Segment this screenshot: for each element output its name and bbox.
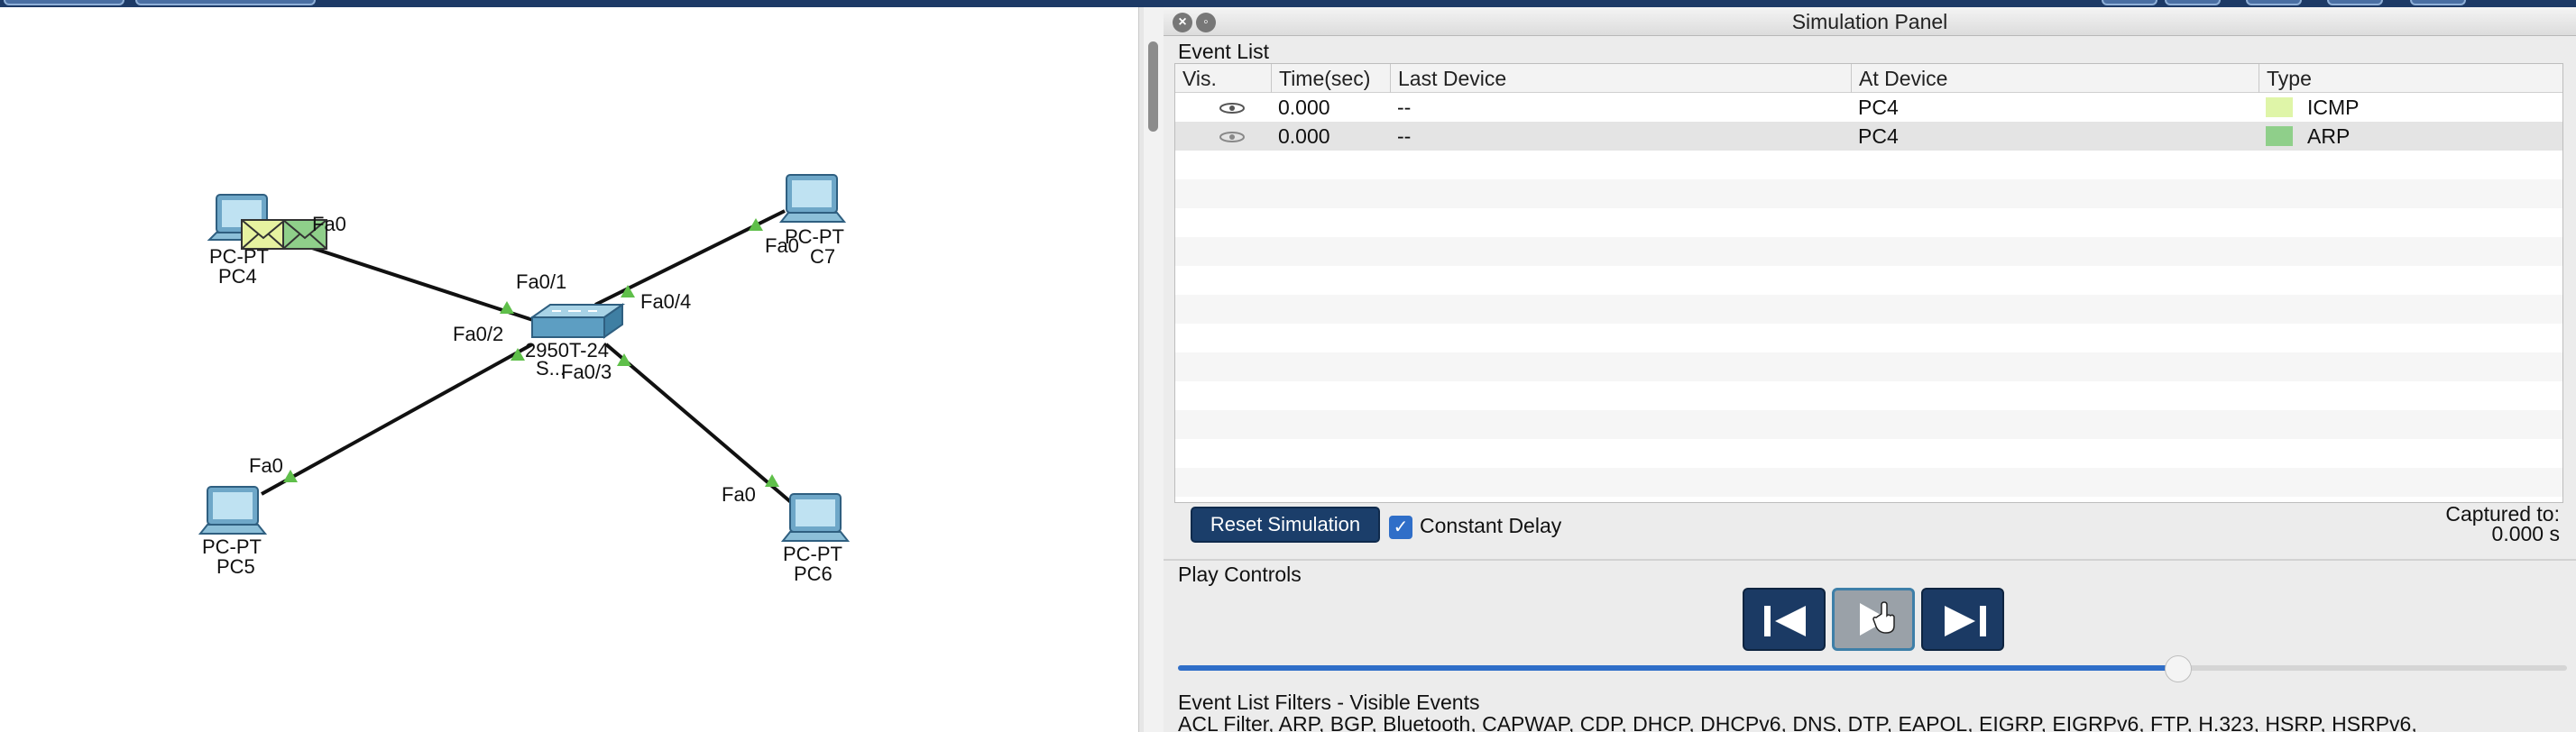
panel-titlebar[interactable]: × ◦ Simulation Panel [1164,7,2576,36]
event-type: ARP [2307,124,2351,148]
logical-workspace[interactable]: PC-PT PC4 Fa0 PC-PT C7 Fa0 PC-PT PC5 Fa0… [0,7,1138,732]
pc5-port-label: Fa0 [249,454,283,477]
event-rows: 0.000 -- PC4 ICMP 0.000 -- PC4 ARP [1175,93,2562,497]
empty-row [1175,381,2562,410]
empty-row [1175,237,2562,266]
event-at-device: PC4 [1858,124,1899,148]
pointer-cursor-icon [1872,601,1895,634]
switch-port-fa04: Fa0/4 [640,290,691,313]
pc5-device[interactable]: PC-PT PC5 [198,486,268,578]
section-divider [1164,559,2576,561]
column-header-time[interactable]: Time(sec) [1271,64,1390,93]
step-back-button[interactable] [1743,588,1826,651]
app-window: PC-PT PC4 Fa0 PC-PT C7 Fa0 PC-PT PC5 Fa0… [0,0,2576,732]
empty-row [1175,295,2562,324]
slider-thumb[interactable] [2164,655,2192,682]
column-header-at-device[interactable]: At Device [1851,64,2259,93]
toolbar-button[interactable] [2410,0,2466,5]
eye-icon[interactable] [1219,131,1246,143]
pc7-keyboard-icon [778,212,847,223]
table-header: Vis. Time(sec) Last Device At Device Typ… [1175,64,2562,93]
event-time: 0.000 [1278,96,1330,119]
pc5-name: PC5 [216,555,255,578]
event-filters-label: Event List Filters - Visible Events [1178,691,1480,714]
switch-port-fa03: Fa0/3 [561,361,612,383]
toolbar-button[interactable] [2165,0,2221,5]
empty-row [1175,266,2562,295]
playback-speed-slider[interactable] [1178,665,2567,671]
event-type-color [2266,97,2293,117]
empty-row [1175,208,2562,237]
event-last-device: -- [1397,124,1412,148]
constant-delay-checkbox[interactable]: ✓ [1389,516,1412,539]
pc4-port-label: Fa0 [312,213,346,235]
pc6-keyboard-icon [780,531,851,542]
toolbar-button[interactable] [2102,0,2157,5]
pc6-port-label: Fa0 [722,483,756,506]
panel-title: Simulation Panel [1791,10,1948,33]
event-time: 0.000 [1278,124,1330,148]
pdu-envelope-icon[interactable] [241,219,286,250]
slider-fill [1178,665,2178,671]
toolbar-tab[interactable] [4,0,124,5]
play-button[interactable] [1832,588,1915,651]
empty-row [1175,352,2562,381]
vertical-scrollbar[interactable] [1144,7,1164,732]
step-forward-icon [1945,606,1986,636]
captured-to-value: 0.000 s [2491,522,2560,545]
pc6-screen [796,499,835,526]
step-back-icon [1764,606,1806,636]
link-switch-pc5[interactable] [261,343,533,496]
scrollbar-thumb[interactable] [1148,41,1158,132]
top-toolbar [0,0,2576,7]
play-controls-label: Play Controls [1178,563,1302,586]
event-filters-list[interactable]: ACL Filter, ARP, BGP, Bluetooth, CAPWAP,… [1178,712,2567,732]
empty-row [1175,439,2562,468]
event-list-label: Event List [1178,40,1269,63]
play-icon [1860,601,1895,636]
toolbar-tab[interactable] [135,0,316,5]
empty-row [1175,410,2562,439]
switch-port-fa01: Fa0/1 [516,270,566,293]
column-header-vis[interactable]: Vis. [1175,64,1271,93]
eye-icon[interactable] [1219,102,1246,114]
toolbar-button[interactable] [2327,0,2383,5]
pc7-name: C7 [810,245,835,268]
table-row[interactable]: 0.000 -- PC4 ARP [1175,122,2562,151]
event-last-device: -- [1397,96,1412,119]
table-row[interactable]: 0.000 -- PC4 ICMP [1175,93,2562,122]
column-header-last-device[interactable]: Last Device [1390,64,1851,93]
pc6-name: PC6 [794,563,833,585]
constant-delay-label[interactable]: Constant Delay [1420,514,1561,538]
link-switch-pc6[interactable] [604,343,794,505]
pc5-screen [213,492,253,519]
link-up-indicator [500,301,514,314]
toolbar-button[interactable] [2246,0,2302,5]
event-type-color [2266,126,2293,146]
pc4-name: PC4 [218,265,257,288]
pc6-device[interactable]: PC-PT PC6 [780,493,851,585]
event-type: ICMP [2307,96,2360,119]
pc7-port-label: Fa0 [765,234,799,257]
pc5-keyboard-icon [198,524,268,535]
event-list-table[interactable]: Vis. Time(sec) Last Device At Device Typ… [1174,63,2563,503]
empty-row [1175,179,2562,208]
step-forward-button[interactable] [1921,588,2004,651]
switch-body-icon [531,316,605,338]
switch-port-fa02: Fa0/2 [453,323,503,345]
event-at-device: PC4 [1858,96,1899,119]
column-header-type[interactable]: Type [2259,64,2562,93]
empty-row [1175,324,2562,352]
empty-row [1175,151,2562,179]
simulation-panel: × ◦ Simulation Panel Event List Vis. Tim… [1164,7,2576,732]
pc7-screen [792,180,832,207]
empty-row [1175,468,2562,497]
reset-simulation-button[interactable]: Reset Simulation [1191,507,1380,543]
topology-canvas[interactable]: PC-PT PC4 Fa0 PC-PT C7 Fa0 PC-PT PC5 Fa0… [0,7,1138,732]
